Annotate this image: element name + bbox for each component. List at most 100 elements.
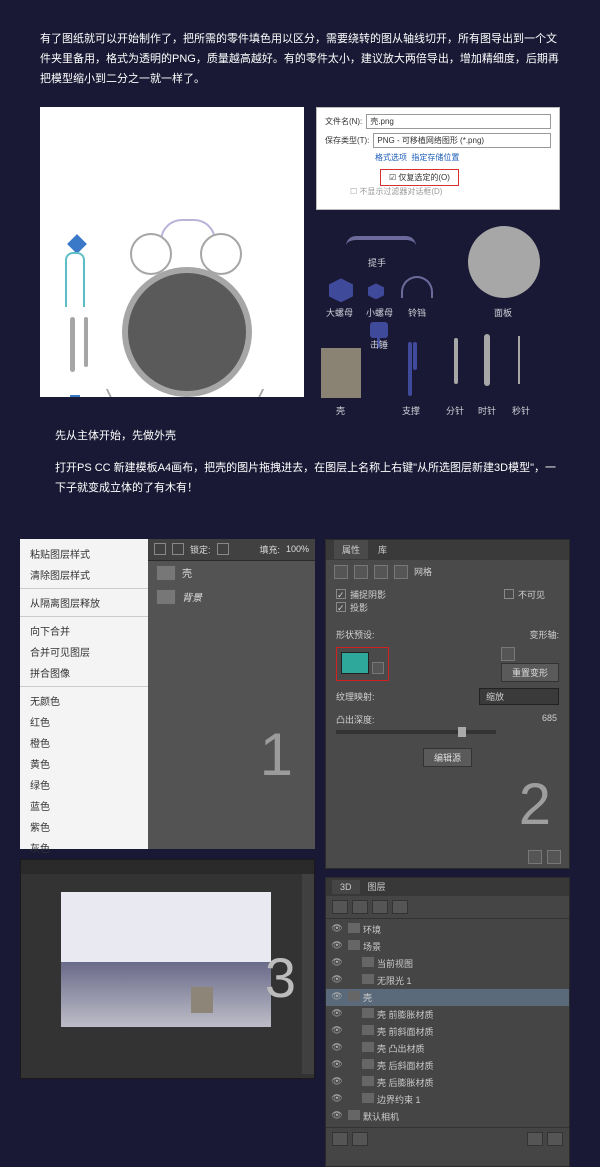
filetype-label: 保存类型(T): — [325, 135, 369, 146]
visibility-eye-icon[interactable]: 👁 — [330, 1025, 344, 1037]
properties-panel: 属性 库 网格 ✓捕捉阴影 不可见 ✓投影 形状预设: 变形轴: — [325, 539, 570, 869]
tree-type-icon — [362, 1008, 374, 1018]
layer-thumb-icon — [156, 589, 176, 605]
visibility-eye-icon[interactable]: 👁 — [330, 923, 344, 935]
menu-item[interactable]: 从隔离图层释放 — [20, 592, 148, 613]
3d-tree-item[interactable]: 👁默认相机 — [326, 1108, 569, 1125]
menu-item[interactable]: 蓝色 — [20, 795, 148, 816]
3d-tree-item[interactable]: 👁壳 凸出材质 — [326, 1040, 569, 1057]
tree-type-icon — [348, 923, 360, 933]
tree-type-icon — [348, 991, 360, 1001]
lock-label: 锁定: — [190, 543, 211, 556]
tab-layers[interactable]: 图层 — [368, 880, 386, 893]
tab-library[interactable]: 库 — [378, 543, 387, 556]
lock-icon[interactable] — [154, 543, 166, 555]
menu-item[interactable]: 无颜色 — [20, 690, 148, 711]
extrude-depth-slider[interactable] — [336, 730, 496, 734]
panel-1: 粘贴图层样式清除图层样式 从隔离图层释放 向下合并合并可见图层拼合图像 无颜色红… — [20, 539, 315, 849]
3d-tree-item[interactable]: 👁壳 — [326, 989, 569, 1006]
3d-tree-item[interactable]: 👁壳 后斜面材质 — [326, 1057, 569, 1074]
visibility-eye-icon[interactable]: 👁 — [330, 957, 344, 969]
edit-source-button[interactable]: 编辑源 — [423, 748, 472, 767]
props-icon-4[interactable] — [394, 565, 408, 579]
part-label-support: 支撑 — [402, 404, 420, 417]
visibility-eye-icon[interactable]: 👁 — [330, 1042, 344, 1054]
tab-3d[interactable]: 3D — [332, 880, 360, 894]
tree-type-icon — [362, 1025, 374, 1035]
visibility-eye-icon[interactable]: 👁 — [330, 1059, 344, 1071]
dlg-link-b[interactable]: 指定存储位置 — [411, 153, 459, 162]
dlg-link-a[interactable]: 格式选项 — [375, 153, 407, 162]
3d-tree-item[interactable]: 👁边界约束 1 — [326, 1091, 569, 1108]
menu-item[interactable]: 清除图层样式 — [20, 564, 148, 585]
visibility-eye-icon[interactable]: 👁 — [330, 991, 344, 1003]
chk-no-filter-dialog[interactable]: ☐ 不显示过滤器对话框(D) — [350, 186, 443, 197]
menu-item[interactable]: 黄色 — [20, 753, 148, 774]
filter-mesh-icon[interactable] — [352, 900, 368, 914]
section2-body: 打开PS CC 新建模板A4画布，把壳的图片拖拽进去，在图层上名称上右键"从所选… — [55, 459, 560, 499]
chk-catch-shadow[interactable]: ✓捕捉阴影 — [336, 588, 386, 601]
menu-item[interactable]: 拼合图像 — [20, 662, 148, 683]
menu-item[interactable]: 粘贴图层样式 — [20, 543, 148, 564]
filter-all-icon[interactable] — [332, 900, 348, 914]
tree-type-icon — [362, 957, 374, 967]
props-icon-3[interactable] — [374, 565, 388, 579]
3d-tree-item[interactable]: 👁壳 前斜面材质 — [326, 1023, 569, 1040]
filename-input[interactable]: 壳.png — [366, 114, 551, 129]
props-icon-2[interactable] — [354, 565, 368, 579]
extrude-depth-value[interactable]: 685 — [542, 713, 557, 723]
menu-item[interactable]: 橙色 — [20, 732, 148, 753]
props-footer-icon[interactable] — [528, 850, 542, 864]
visibility-eye-icon[interactable]: 👁 — [330, 1008, 344, 1020]
visibility-eye-icon[interactable]: 👁 — [330, 940, 344, 952]
deform-axis-icon[interactable] — [501, 647, 515, 661]
3d-tree-item[interactable]: 👁壳 后膨胀材质 — [326, 1074, 569, 1091]
visibility-eye-icon[interactable]: 👁 — [330, 1093, 344, 1105]
3d-panel: 3D 图层 👁环境👁场景👁当前视图👁无限光 1👁壳👁壳 前膨胀材质👁壳 前斜面材… — [325, 877, 570, 1167]
menu-item[interactable]: 合并可见图层 — [20, 641, 148, 662]
fill-label: 填充: — [259, 543, 280, 556]
3d-viewport[interactable] — [61, 892, 271, 1027]
filetype-select[interactable]: PNG - 可移植网络图形 (*.png) — [373, 133, 551, 148]
trash-icon[interactable] — [547, 850, 561, 864]
tab-properties[interactable]: 属性 — [334, 540, 368, 559]
extrude-depth-label: 凸出深度: — [336, 715, 375, 725]
part-label-nut-small: 小螺母 — [366, 306, 393, 319]
3d-footer-icon[interactable] — [352, 1132, 368, 1146]
menu-item[interactable]: 紫色 — [20, 816, 148, 837]
lock-opt-icon[interactable] — [217, 543, 229, 555]
menu-item[interactable]: 向下合并 — [20, 620, 148, 641]
menu-item[interactable]: 红色 — [20, 711, 148, 732]
texture-map-select[interactable]: 缩放 — [479, 688, 559, 705]
3d-footer-icon[interactable] — [332, 1132, 348, 1146]
3d-tree-item[interactable]: 👁场景 — [326, 938, 569, 955]
lock-icon-2[interactable] — [172, 543, 184, 555]
tree-type-icon — [362, 1093, 374, 1103]
reset-deform-button[interactable]: 重置变形 — [501, 663, 559, 682]
new-icon[interactable] — [527, 1132, 543, 1146]
3d-tree-item[interactable]: 👁无限光 1 — [326, 972, 569, 989]
filter-light-icon[interactable] — [392, 900, 408, 914]
chevron-down-icon[interactable] — [372, 662, 384, 674]
trash-icon[interactable] — [547, 1132, 563, 1146]
layer-row-shell[interactable]: 壳 — [148, 561, 315, 585]
fill-value[interactable]: 100% — [286, 544, 309, 554]
chk-cast-shadow[interactable]: ✓投影 — [336, 601, 368, 614]
chk-invisible[interactable]: 不可见 — [504, 588, 545, 601]
3d-tree-item[interactable]: 👁环境 — [326, 921, 569, 938]
filter-material-icon[interactable] — [372, 900, 388, 914]
3d-tree-item[interactable]: 👁当前视图 — [326, 955, 569, 972]
visibility-eye-icon[interactable]: 👁 — [330, 1076, 344, 1088]
layer-row-background[interactable]: 背景 — [148, 585, 315, 609]
menu-item[interactable]: 灰色 — [20, 837, 148, 858]
3d-tree-item[interactable]: 👁壳 前膨胀材质 — [326, 1006, 569, 1023]
mesh-icon[interactable] — [334, 565, 348, 579]
menu-item[interactable]: 绿色 — [20, 774, 148, 795]
part-label-minute: 分针 — [446, 404, 464, 417]
part-label-handle: 提手 — [368, 256, 386, 269]
visibility-eye-icon[interactable]: 👁 — [330, 974, 344, 986]
visibility-eye-icon[interactable]: 👁 — [330, 1110, 344, 1122]
context-menu: 粘贴图层样式清除图层样式 从隔离图层释放 向下合并合并可见图层拼合图像 无颜色红… — [20, 539, 148, 849]
shape-preset-control[interactable] — [336, 647, 389, 681]
chk-selected-only[interactable]: ☑ 仅复选定的(O) — [380, 169, 459, 186]
